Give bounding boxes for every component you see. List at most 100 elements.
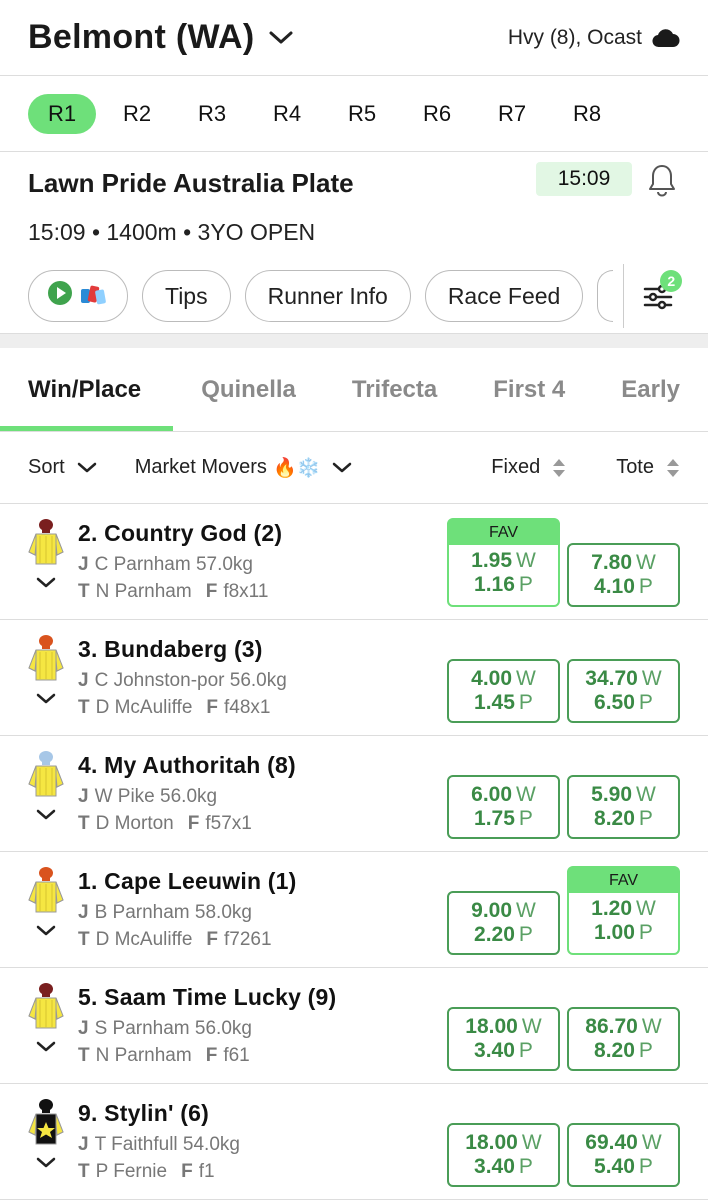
form-value: f7261: [224, 929, 272, 950]
chevron-down-icon[interactable]: [36, 808, 56, 826]
tote-label: Tote: [616, 456, 654, 478]
form-value: f57x1: [205, 813, 252, 834]
place-label: P: [638, 807, 653, 830]
race-tab-r1[interactable]: R1: [28, 93, 96, 134]
win-odds: 4.00 W: [471, 667, 536, 691]
jockey-silk-icon: [26, 1098, 66, 1146]
fixed-sort-header[interactable]: Fixed: [491, 456, 566, 479]
place-label: P: [638, 1039, 653, 1062]
place-price: 5.40: [594, 1155, 635, 1178]
tote-odds-button[interactable]: 5.90 W 8.20 P: [567, 775, 680, 839]
bell-icon[interactable]: [646, 163, 678, 202]
race-tab-r3[interactable]: R3: [178, 94, 246, 134]
place-price: 1.00: [594, 921, 635, 944]
venue-title[interactable]: Belmont (WA): [28, 18, 254, 57]
tote-odds-button[interactable]: 69.40 W 5.40 P: [567, 1123, 680, 1187]
win-price: 6.00: [471, 783, 513, 806]
sort-bar: Sort Market Movers 🔥❄️ Fixed Tote: [0, 432, 708, 504]
jockey-name: C Parnham 57.0kg: [94, 554, 253, 575]
runner-name: 5. Saam Time Lucky (9): [78, 984, 337, 1010]
place-price: 8.20: [594, 807, 635, 830]
win-price: 7.80: [591, 551, 633, 574]
chevron-down-icon[interactable]: [36, 576, 56, 594]
market-movers-dropdown[interactable]: Market Movers 🔥❄️: [135, 456, 353, 480]
trainer-line: TP Fernie Ff1: [78, 1161, 215, 1183]
race-tab-r7[interactable]: R7: [478, 94, 546, 134]
win-price: 18.00: [465, 1131, 518, 1154]
tote-odds-button[interactable]: 86.70 W 8.20 P: [567, 1007, 680, 1071]
win-price: 86.70: [585, 1015, 638, 1038]
tips-button[interactable]: Tips: [142, 270, 231, 322]
place-label: P: [518, 691, 533, 714]
bet-tab-quinella[interactable]: Quinella: [173, 348, 324, 431]
chevron-down-icon[interactable]: [36, 924, 56, 942]
runner-row[interactable]: 9. Stylin' (6) J T Faithfull 54.0kg T P Fern…: [0, 1084, 708, 1200]
place-price: 8.20: [594, 1039, 635, 1062]
jockey-line: JS Parnham 56.0kg: [78, 1018, 252, 1040]
bet-tab-win-place[interactable]: Win/Place: [0, 348, 174, 431]
bet-tab-early[interactable]: Early: [593, 348, 708, 431]
runner-row[interactable]: 1. Cape Leeuwin (1) J B Parnham 58.0kg T D M…: [0, 852, 708, 968]
trainer-name: P Fernie: [95, 1161, 168, 1182]
race-tab-r6[interactable]: R6: [403, 94, 471, 134]
tote-odds-button[interactable]: 7.80 W 4.10 P: [567, 543, 680, 607]
bet-tab-first-4[interactable]: First 4: [465, 348, 593, 431]
fixed-odds-button[interactable]: 6.00 W 1.75 P: [447, 775, 560, 839]
filter-button[interactable]: 2: [642, 269, 683, 317]
runner-row[interactable]: 2. Country God (2) J C Parnham 57.0kg T N Pa…: [0, 504, 708, 620]
tote-odds-button[interactable]: FAV 1.20 W 1.00 P: [567, 866, 680, 955]
win-label: W: [636, 551, 656, 574]
jockey-silk-icon: [26, 750, 66, 798]
race-tab-r8[interactable]: R8: [553, 94, 621, 134]
win-label: W: [641, 1131, 662, 1154]
fixed-odds-button[interactable]: 18.00 W 3.40 P: [447, 1007, 560, 1071]
win-odds: 6.00 W: [471, 783, 536, 807]
cloud-icon: [652, 28, 680, 48]
runner-row[interactable]: 4. My Authoritah (8) J W Pike 56.0kg T D Mor…: [0, 736, 708, 852]
place-label: P: [518, 1155, 533, 1178]
fixed-odds-button[interactable]: 4.00 W 1.45 P: [447, 659, 560, 723]
race-tab-r4[interactable]: R4: [253, 94, 321, 134]
chevron-down-icon[interactable]: [36, 692, 56, 710]
chevron-down-icon[interactable]: [36, 1156, 56, 1174]
win-odds: 69.40 W: [585, 1131, 661, 1155]
bet-tab-trifecta[interactable]: Trifecta: [324, 348, 465, 431]
fixed-odds-button[interactable]: 9.00 W 2.20 P: [447, 891, 560, 955]
chevron-down-icon[interactable]: [36, 1040, 56, 1058]
jockey-silk-icon: [26, 982, 66, 1030]
runner-row[interactable]: 5. Saam Time Lucky (9) J S Parnham 56.0kg T…: [0, 968, 708, 1084]
sort-dropdown[interactable]: Sort: [28, 456, 97, 479]
race-selector: R1 R2 R3 R4 R5 R6 R7 R8: [0, 76, 708, 152]
runner-name: 2. Country God (2): [78, 520, 283, 546]
win-price: 5.90: [591, 783, 633, 806]
runner-row[interactable]: 3. Bundaberg (3) J C Johnston-por 56.0kg T D…: [0, 620, 708, 736]
jockey-label: J: [78, 670, 89, 691]
jockey-label: J: [78, 554, 89, 575]
win-price: 1.20: [591, 897, 633, 920]
live-stream-button[interactable]: [28, 270, 128, 322]
place-price: 1.75: [474, 807, 515, 830]
race-feed-button[interactable]: Race Feed: [424, 270, 584, 322]
place-price: 3.40: [474, 1039, 515, 1062]
fixed-odds-button[interactable]: FAV 1.95 W 1.16 P: [447, 518, 560, 607]
win-label: W: [521, 1015, 542, 1038]
form-label: F: [206, 929, 219, 950]
trainer-line: TN Parnham Ff61: [78, 1045, 250, 1067]
win-label: W: [641, 667, 662, 690]
chevron-down-icon[interactable]: [268, 30, 294, 46]
trainer-label: T: [78, 1161, 90, 1182]
fav-badge: FAV: [569, 868, 678, 893]
win-odds: 9.00 W: [471, 899, 536, 923]
race-tab-r2[interactable]: R2: [103, 94, 171, 134]
place-price: 3.40: [474, 1155, 515, 1178]
trainer-label: T: [78, 581, 90, 602]
win-label: W: [516, 549, 536, 572]
place-odds: 3.40 P: [474, 1039, 533, 1063]
more-chip-partial[interactable]: [597, 270, 614, 322]
fixed-odds-button[interactable]: 18.00 W 3.40 P: [447, 1123, 560, 1187]
form-value: f1: [198, 1161, 215, 1182]
race-tab-r5[interactable]: R5: [328, 94, 396, 134]
tote-sort-header[interactable]: Tote: [616, 456, 680, 479]
runner-info-button[interactable]: Runner Info: [244, 270, 411, 322]
tote-odds-button[interactable]: 34.70 W 6.50 P: [567, 659, 680, 723]
